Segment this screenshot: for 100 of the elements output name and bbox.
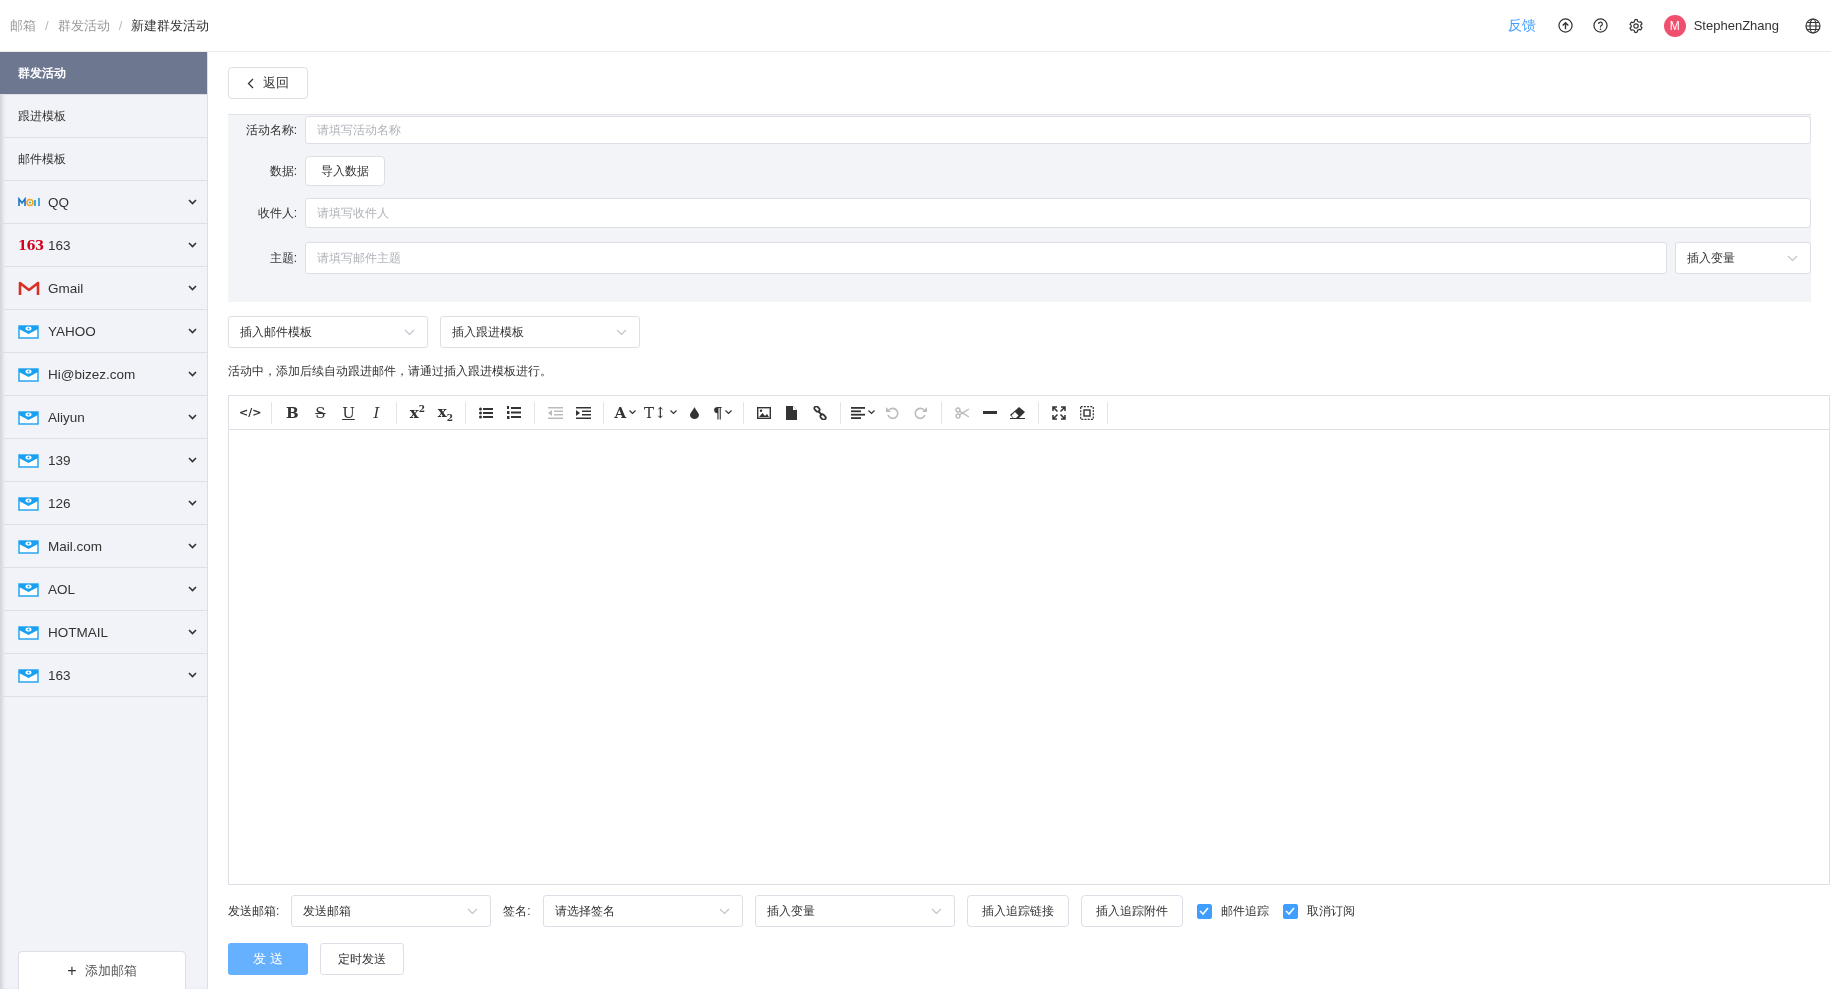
checkbox-label: 取消订阅 — [1306, 902, 1355, 920]
sidebar-item[interactable]: Gmail — [0, 267, 207, 310]
image-icon — [756, 406, 771, 419]
sidebar-item[interactable]: QQ — [0, 181, 207, 224]
chevron-down-icon — [404, 328, 415, 336]
checkbox[interactable] — [1196, 903, 1212, 919]
chevron-down-icon — [616, 328, 627, 336]
sidebar-item[interactable]: AOL — [0, 568, 207, 611]
toolbar-button[interactable]: S — [306, 401, 335, 424]
hint-text: 活动中，添加后续自动跟进邮件，请通过插入跟进模板进行。 — [228, 364, 553, 379]
sidebar-item-label: Gmail — [48, 280, 85, 296]
toolbar-button[interactable]: I — [362, 401, 391, 424]
checkbox[interactable] — [1282, 903, 1298, 919]
user-name[interactable]: StephenZhang — [1693, 18, 1779, 33]
indent-icon — [575, 406, 591, 419]
add-mailbox-button[interactable]: + 添加邮箱 — [18, 951, 186, 989]
document-icon — [786, 405, 798, 420]
tracking-button[interactable]: 插入追踪附件 — [1080, 895, 1183, 927]
help-icon[interactable] — [1592, 18, 1608, 33]
eraser-icon — [1010, 406, 1026, 419]
sidebar-item-label: 跟进模板 — [18, 107, 67, 125]
redo-icon — [914, 406, 928, 419]
sidebar-item[interactable]: 跟进模板 — [0, 95, 207, 138]
envelope-icon — [18, 624, 39, 640]
envelope-icon — [18, 495, 39, 511]
sidebar-item-label: 163 — [48, 237, 72, 253]
field-label: 数据: — [268, 162, 297, 180]
upload-icon[interactable] — [1557, 18, 1573, 33]
envelope-icon — [18, 667, 39, 683]
sidebar-item-label: 126 — [48, 495, 72, 511]
text-field[interactable]: 请填写收件人 — [305, 198, 1811, 228]
variable-dropdown[interactable]: 插入变量 — [1675, 242, 1811, 274]
rich-text-editor[interactable]: </> B S U I x$^{2}$ x$_{2}$ A T↕ ¶ — [228, 395, 1830, 885]
toolbar-button[interactable]: A — [610, 401, 641, 424]
sidebar-item[interactable]: 邮件模板 — [0, 138, 207, 181]
sidebar-item[interactable]: YAHOO — [0, 310, 207, 353]
sidebar-item-label: AOL — [48, 581, 76, 597]
sidebar-item[interactable]: Aliyun — [0, 396, 207, 439]
undo-icon — [886, 406, 900, 419]
toolbar-button[interactable]: U — [334, 401, 363, 424]
chevron-down-icon — [188, 328, 197, 334]
signature-dropdown[interactable]: 请选择签名 — [542, 895, 743, 927]
field-label: 签名: — [503, 902, 531, 920]
bulleted-list-icon — [479, 406, 494, 419]
field-label: 发送邮箱: — [228, 902, 280, 920]
outdent-icon — [547, 406, 563, 419]
text-field[interactable]: 请填写活动名称 — [305, 116, 1811, 144]
toolbar-button[interactable]: </> — [235, 401, 266, 424]
chevron-down-icon — [1787, 254, 1798, 262]
envelope-icon — [18, 452, 39, 468]
sidebar-item[interactable]: Hi@bizez.com — [0, 353, 207, 396]
numbered-list-icon — [507, 406, 522, 419]
chevron-down-icon — [467, 907, 479, 915]
breadcrumb-separator: / — [45, 18, 49, 33]
back-button[interactable]: 返回 — [228, 67, 308, 99]
mail-logo-icon — [18, 197, 42, 207]
toolbar-button[interactable]: ¶ — [708, 401, 737, 424]
chevron-down-icon — [718, 907, 730, 915]
settings-icon[interactable] — [1627, 17, 1644, 34]
sidebar-item-label: YAHOO — [48, 323, 97, 339]
sidebar-item[interactable]: 139 — [0, 439, 207, 482]
text-field[interactable]: 请填写邮件主题 — [305, 242, 1667, 274]
chevron-down-icon — [188, 543, 197, 549]
sidebar-item[interactable]: 126 — [0, 482, 207, 525]
envelope-icon — [18, 323, 39, 339]
sidebar-item-label: 邮件模板 — [18, 150, 67, 168]
sidebar-item[interactable]: 群发活动 — [0, 52, 207, 95]
toolbar-button[interactable]: B — [278, 401, 307, 424]
select-all-icon — [1079, 405, 1094, 420]
sidebar-item[interactable]: Mail.com — [0, 525, 207, 568]
toolbar-button[interactable]: x$^{2}$ — [403, 401, 432, 424]
import-data-button[interactable]: 导入数据 — [305, 156, 385, 186]
sidebar-item-label: Aliyun — [48, 409, 86, 425]
sidebar-item[interactable]: HOTMAIL — [0, 611, 207, 654]
sidebar-item[interactable]: 163 163 — [0, 224, 207, 267]
envelope-icon — [18, 409, 39, 425]
chevron-down-icon — [188, 242, 197, 248]
toolbar-button[interactable]: x$_{2}$ — [431, 401, 460, 424]
sidebar-item[interactable]: 163 — [0, 654, 207, 697]
breadcrumb-item: 新建群发活动 — [131, 16, 210, 35]
tracking-button[interactable]: 插入追踪链接 — [966, 895, 1069, 927]
sidebar-item-label: QQ — [48, 194, 70, 210]
fullscreen-icon — [1051, 405, 1066, 420]
globe-icon[interactable] — [1805, 17, 1821, 34]
sidebar-item-label: Mail.com — [48, 538, 103, 554]
chevron-down-icon — [188, 629, 197, 635]
scissors-icon — [954, 406, 969, 419]
chevron-down-icon — [188, 285, 197, 291]
logo-text: 163 — [18, 237, 44, 253]
sender-dropdown[interactable]: 发送邮箱 — [291, 895, 492, 927]
breadcrumb-separator: / — [118, 18, 123, 33]
link-icon — [812, 405, 827, 420]
toolbar-button[interactable]: T↕ — [640, 401, 681, 424]
chevron-down-icon — [188, 586, 197, 592]
drop-icon — [690, 406, 700, 419]
template-dropdown[interactable]: 插入邮件模板 — [228, 316, 428, 348]
envelope-icon — [18, 538, 39, 554]
schedule-send-button[interactable]: 定时发送 — [320, 943, 404, 975]
template-dropdown[interactable]: 插入跟进模板 — [440, 316, 640, 348]
variable-dropdown[interactable]: 插入变量 — [754, 895, 955, 927]
